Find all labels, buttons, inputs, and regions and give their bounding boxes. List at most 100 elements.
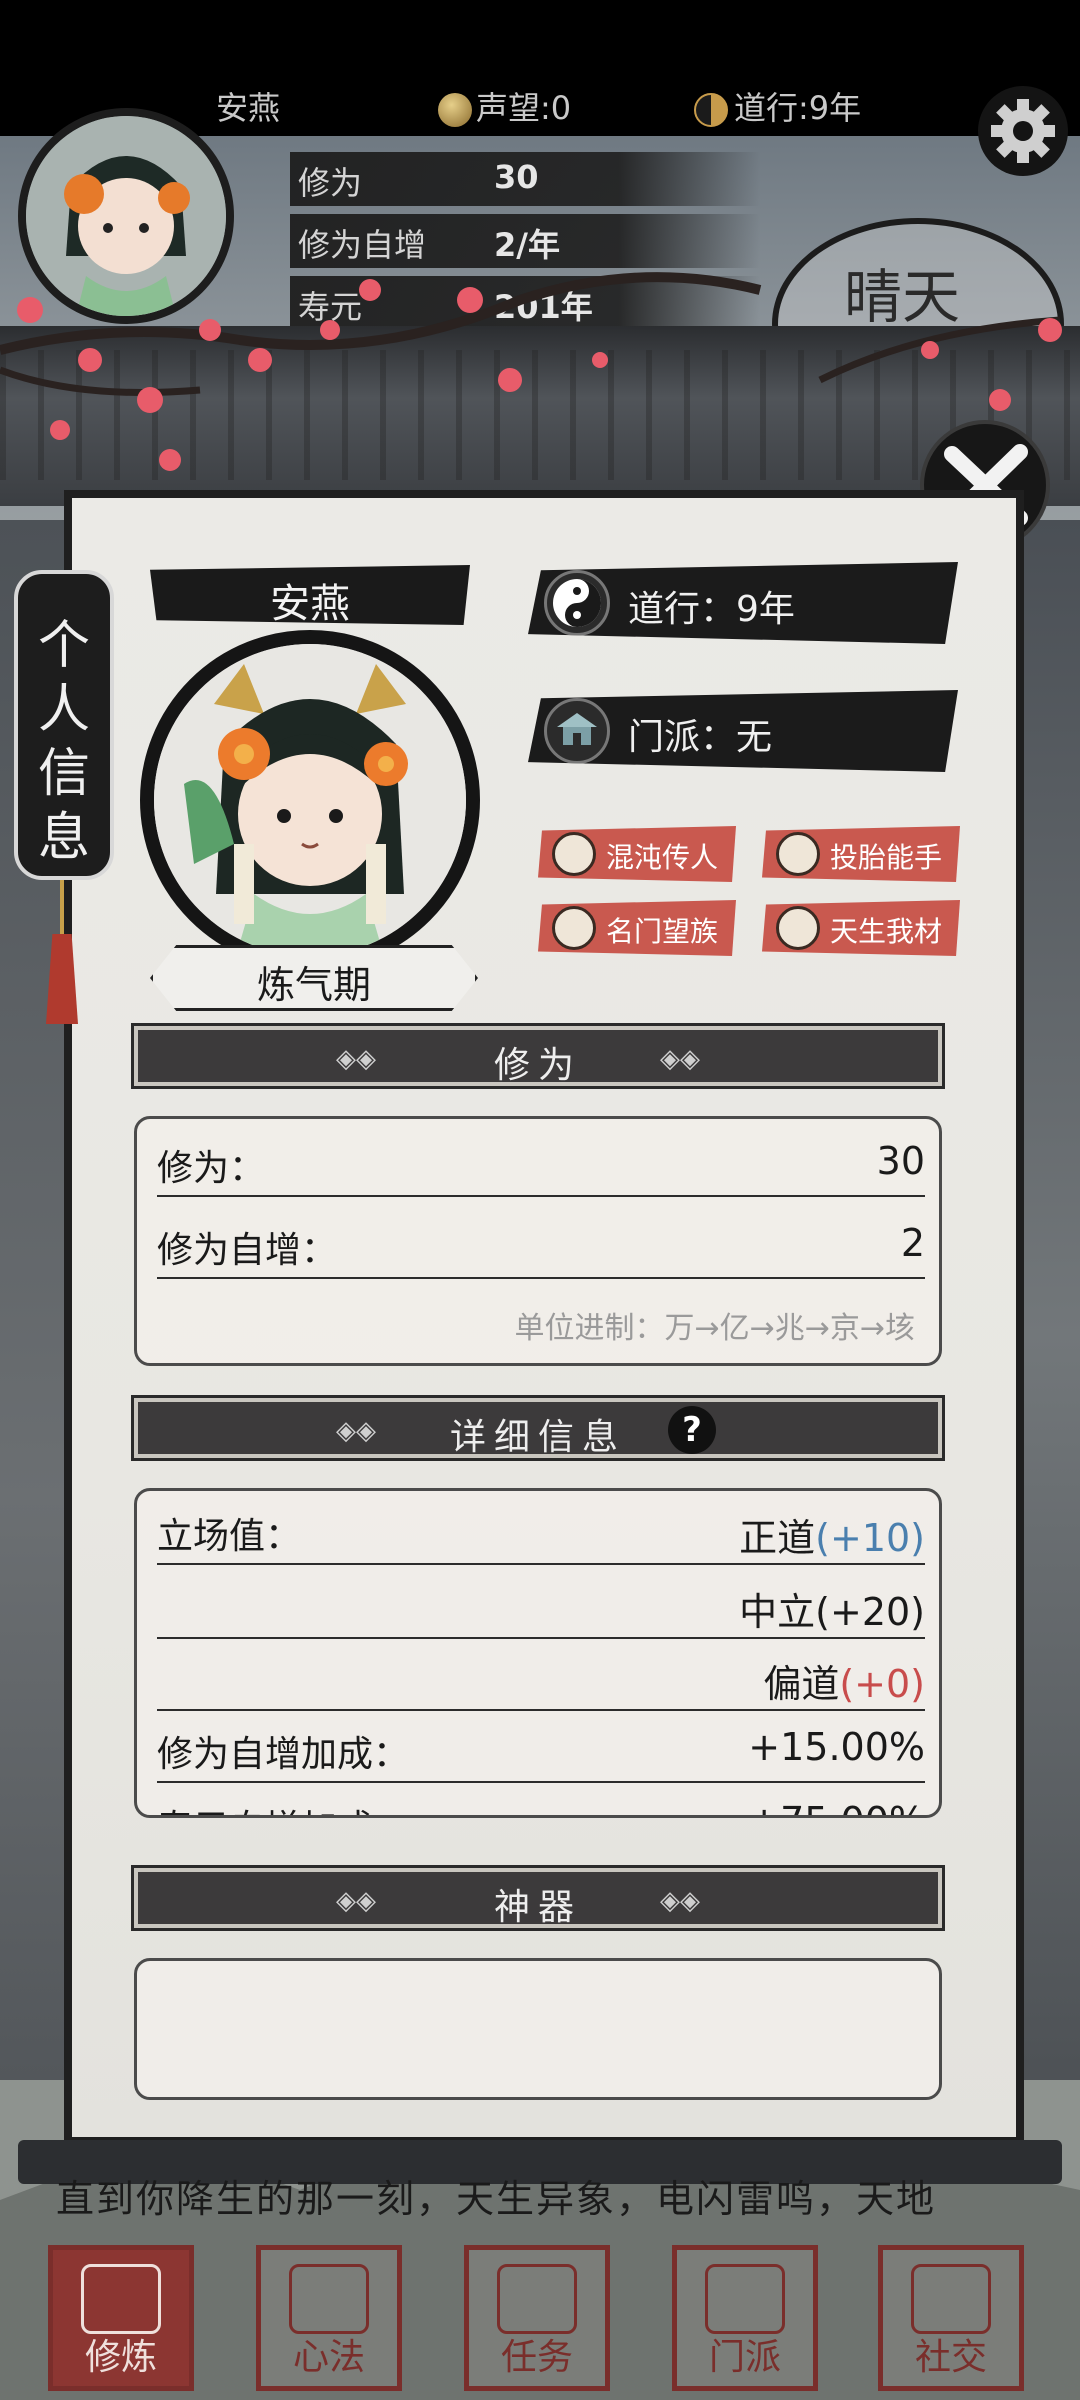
daoxing-pill: 道行：9年 (528, 562, 958, 644)
row-value: 30 (876, 1139, 925, 1183)
row-value: 2 (900, 1221, 925, 1265)
nav-label: 任务 (500, 2337, 573, 2378)
unit-hint: 单位进制：万→亿→兆→京→垓 (514, 1311, 915, 1346)
pouch-icon (776, 906, 820, 950)
section-header-artifact: ◈◈ 神器 ◈◈ (131, 1865, 945, 1931)
yin-yang-icon (694, 93, 728, 127)
trait-label: 名门望族 (606, 915, 719, 948)
trait-badge[interactable]: 天生我材 (762, 900, 960, 956)
section-header-cultivation: ◈◈ 修为 ◈◈ (131, 1023, 945, 1089)
gear-icon (991, 99, 1055, 163)
stance-righteous: 正道(+10) (739, 1507, 925, 1562)
section-title: 修为 (493, 1045, 582, 1086)
daoxing-text: 道行:9年 (734, 89, 862, 127)
cultivation-rate-row: 修为自增： 2 (157, 1207, 925, 1279)
section-title: 神器 (493, 1887, 582, 1928)
pouch-icon (552, 832, 596, 876)
sect-gate-icon (705, 2264, 785, 2334)
stat-row-lifespan: 寿元 201年 (290, 276, 760, 330)
diamond-ornament-icon: ◈◈ (660, 1886, 700, 1916)
trait-badge[interactable]: 混沌传人 (538, 826, 736, 882)
sect-text: 门派：无 (628, 717, 773, 758)
yin-yang-icon (544, 570, 610, 636)
nav-label: 心法 (292, 2337, 365, 2378)
stance-deviant: 偏道(+0) (763, 1653, 925, 1708)
nav-mental-method[interactable]: 心法 (256, 2245, 402, 2391)
trait-label: 混沌传人 (606, 841, 719, 874)
stance-row: 立场值： 正道(+10) (157, 1493, 925, 1565)
social-icon (911, 2264, 991, 2334)
stat-label: 寿元 (298, 288, 363, 326)
story-text: 直到你降生的那一刻，天生异象，电闪雷鸣，天地 (56, 2177, 937, 2221)
bonus-row: 修为自增加成： +15.00% (157, 1711, 925, 1783)
player-avatar-small[interactable] (18, 108, 234, 324)
row-label: 修为自增： (157, 1230, 338, 1271)
lifespan-bonus-row: 寿元自增加成： +75.00% (157, 1785, 925, 1815)
daoxing-text: 道行：9年 (628, 589, 795, 630)
tab-label: 个人信息 (37, 616, 90, 868)
character-portrait-icon (154, 644, 466, 956)
character-name: 安燕 (270, 581, 350, 627)
nav-quests[interactable]: 任务 (464, 2245, 610, 2391)
tab-personal-info[interactable]: 个人信息 (14, 570, 114, 880)
trait-badge[interactable]: 名门望族 (538, 900, 736, 956)
row-value: +15.00% (748, 1725, 925, 1769)
nav-label: 修炼 (84, 2337, 157, 2378)
stance-bonus: (+0) (839, 1662, 925, 1706)
sect-pill: 门派：无 (528, 690, 958, 772)
section-title: 详细信息 (449, 1417, 626, 1458)
stance-name: 中立 (739, 1590, 816, 1634)
stance-bonus: (+10) (815, 1516, 925, 1560)
row-value: +75.00% (748, 1799, 925, 1815)
stat-value: 201年 (494, 288, 593, 326)
artifact-box (134, 1958, 942, 2100)
character-portrait (140, 630, 480, 970)
pouch-icon (552, 906, 596, 950)
cultivation-box: 修为： 30 修为自增： 2 单位进制：万→亿→兆→京→垓 (134, 1116, 942, 1366)
row-label: 寿元自增加成： (157, 1799, 409, 1815)
character-name-plate: 安燕 (150, 565, 470, 625)
trait-label: 天生我材 (830, 915, 943, 948)
cultivate-icon (81, 2264, 161, 2334)
trait-badge[interactable]: 投胎能手 (762, 826, 960, 882)
stance-name: 正道 (739, 1516, 816, 1560)
weather-text: 晴天 (844, 263, 961, 331)
settings-button[interactable] (978, 86, 1068, 176)
roof-tiles (0, 350, 1080, 480)
nav-social[interactable]: 社交 (878, 2245, 1024, 2391)
reputation-text: 声望:0 (476, 89, 572, 127)
realm-badge: 炼气期 (150, 945, 478, 1011)
row-label: 立场值： (157, 1516, 302, 1557)
nav-label: 门派 (708, 2337, 781, 2378)
help-icon[interactable]: ? (668, 1406, 716, 1454)
player-name-top: 安燕 (216, 89, 281, 127)
trait-label: 投胎能手 (830, 841, 943, 874)
stat-label: 修为 (298, 164, 363, 202)
scroll-icon (289, 2264, 369, 2334)
stance-row: 偏道(+0) (157, 1639, 925, 1711)
stance-name: 偏道 (763, 1662, 840, 1706)
stance-bonus: (+20) (815, 1590, 925, 1634)
stance-row: 中立(+20) (157, 1567, 925, 1639)
row-label: 修为： (157, 1148, 266, 1189)
stat-row-cultivation: 修为 30 (290, 152, 760, 206)
row-label: 修为自增加成： (157, 1734, 410, 1775)
pouch-icon (776, 832, 820, 876)
section-header-details: ◈◈ 详细信息 ? (131, 1395, 945, 1461)
stat-value: 2/年 (494, 226, 560, 264)
reputation-stat: 声望:0 (438, 88, 571, 128)
stat-value: 30 (494, 158, 539, 196)
character-portrait-icon (26, 116, 226, 316)
diamond-ornament-icon: ◈◈ (660, 1044, 700, 1074)
stance-neutral: 中立(+20) (739, 1581, 925, 1636)
stat-row-cultivation-rate: 修为自增 2/年 (290, 214, 760, 268)
nav-sect[interactable]: 门派 (672, 2245, 818, 2391)
temple-icon (544, 698, 610, 764)
quest-scroll-icon (497, 2264, 577, 2334)
nav-label: 社交 (914, 2337, 987, 2378)
nav-cultivate[interactable]: 修炼 (48, 2245, 194, 2391)
coin-icon (438, 93, 472, 127)
tassel-cord (60, 880, 64, 940)
cultivation-row: 修为： 30 (157, 1125, 925, 1197)
details-box: 立场值： 正道(+10) 中立(+20) 偏道(+0) 修为自增加成： +15.… (134, 1488, 942, 1818)
